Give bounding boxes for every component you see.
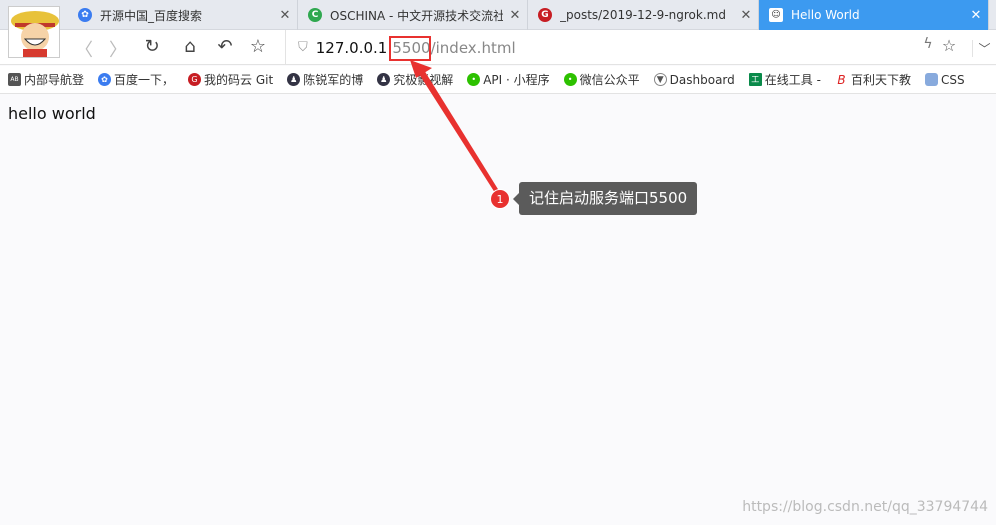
annotation-tooltip: 记住启动服务端口5500 <box>512 182 698 215</box>
annotation-arrow <box>410 60 501 196</box>
watermark: https://blog.csdn.net/qq_33794744 <box>742 499 988 515</box>
annotation-number-badge: 1 <box>490 189 510 209</box>
user-avatar[interactable] <box>8 6 60 58</box>
